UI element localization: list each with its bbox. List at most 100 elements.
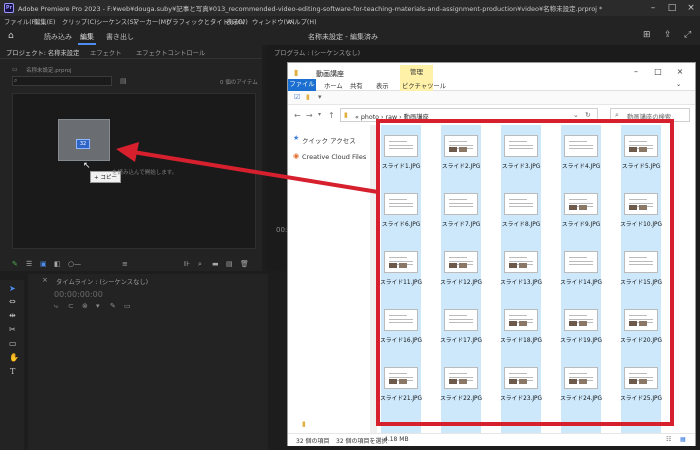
tab-effect-controls[interactable]: エフェクトコントロール [136, 48, 205, 57]
explorer-maximize-icon[interactable]: □ [650, 66, 666, 78]
item-count: 0 個のアイテム [220, 80, 258, 86]
clear-icon[interactable]: 🗑 [240, 260, 249, 268]
freeform-view-icon[interactable]: ◧ [54, 260, 61, 268]
home-icon[interactable]: ⌂ [8, 31, 14, 41]
explorer-close-icon[interactable]: × [672, 66, 688, 78]
tab-import[interactable]: 読み込み [44, 32, 72, 42]
mouse-cursor-icon: ↖ [83, 161, 91, 171]
timeline-panel: × タイムライン : (シーケンスなし) 00:00:00:00 ⤷ ⊂ ⊗ ▾… [28, 274, 268, 450]
project-file-icon: ▭ [12, 66, 18, 73]
dragged-count-badge: 32 [76, 139, 90, 149]
new-item-icon[interactable]: ▤ [226, 260, 233, 268]
menu-file[interactable]: ファイル(F) [4, 17, 38, 26]
ribbon-tab-file[interactable]: ファイル [288, 79, 316, 91]
up-icon[interactable]: ↑ [328, 111, 335, 120]
window-title: Adobe Premiere Pro 2023 - F:¥web¥douga.s… [18, 5, 603, 13]
ripple-edit-tool-icon[interactable]: ⇹ [9, 311, 16, 320]
new-bin-from-search-icon[interactable]: ▤ [120, 77, 127, 85]
explorer-ribbon: ファイル ホーム 共有 表示 ピクチャツール ⌄ [288, 79, 695, 91]
nav-quick-access[interactable]: クイック アクセス [302, 135, 356, 145]
selection-tool-icon[interactable]: ➤ [9, 284, 16, 293]
rectangle-tool-icon[interactable]: ▭ [9, 339, 17, 348]
ribbon-tab-share[interactable]: 共有 [350, 81, 363, 90]
menu-view[interactable]: 表示(V) [226, 17, 248, 26]
close-timeline-icon[interactable]: × [42, 276, 48, 284]
explorer-title: 動画講座 [316, 70, 344, 78]
ribbon-tab-view[interactable]: 表示 [376, 81, 389, 90]
minimize-icon[interactable]: – [646, 2, 660, 14]
annotation-highlight-box [376, 119, 674, 426]
workspaces-icon[interactable]: ⊞ [643, 30, 651, 40]
linked-selection-icon[interactable]: ⊗ [82, 302, 88, 310]
quick-access-toolbar: ☑ ▮ ▾ [288, 91, 695, 105]
menu-clip[interactable]: クリップ(C) [62, 17, 97, 26]
nav-folder-icon: ▮ [302, 420, 306, 428]
list-view-icon[interactable]: ☰ [26, 260, 32, 268]
tab-timeline[interactable]: タイムライン : (シーケンスなし) [56, 277, 148, 286]
timeline-timecode: 00:00:00:00 [54, 290, 103, 299]
qat-dropdown-icon[interactable]: ▾ [318, 93, 322, 101]
close-icon[interactable]: × [684, 2, 698, 14]
tab-export[interactable]: 書き出し [106, 32, 134, 42]
project-toolbar: ✎ ☰ ▣ ◧ ○— ≡ ⊪ ⌕ ▬ ▤ 🗑 [0, 258, 262, 270]
captions-icon[interactable]: ▭ [124, 302, 131, 310]
search-icon: ⌕ [14, 77, 18, 84]
zoom-slider[interactable]: ○— [68, 260, 81, 268]
qat-folder-icon[interactable]: ▮ [306, 93, 310, 101]
hand-tool-icon[interactable]: ✋ [9, 353, 19, 362]
document-title: 名称未設定 - 編集済み [308, 33, 378, 41]
menu-sequence[interactable]: シーケンス(S) [96, 17, 136, 26]
project-search-input[interactable] [12, 76, 112, 86]
new-bin-icon[interactable]: ▬ [212, 260, 219, 268]
refresh-icon[interactable]: ↻ [585, 111, 591, 119]
add-marker-icon[interactable]: ▾ [96, 302, 100, 310]
status-bar: 32 個の項目 32 個の項目を選択 4.18 MB ☷ ▦ [288, 433, 695, 446]
status-selected: 32 個の項目を選択 [336, 438, 388, 445]
explorer-minimize-icon[interactable]: – [628, 66, 644, 78]
menu-bar: ファイル(F) 編集(E) クリップ(C) シーケンス(S) マーカー(M) グ… [0, 16, 700, 28]
ribbon-tab-picture-tools[interactable]: ピクチャツール [402, 81, 446, 90]
menu-edit[interactable]: 編集(E) [34, 17, 56, 26]
quick-access-star-icon: ★ [293, 134, 300, 142]
project-panel: プロジェクト: 名称未設定 エフェクト エフェクトコントロール ▭ 名称未設定.… [0, 45, 262, 271]
nav-creative-cloud[interactable]: Creative Cloud Files [302, 153, 366, 161]
menu-marker[interactable]: マーカー(M) [133, 17, 169, 26]
timeline-settings-icon[interactable]: ✎ [110, 302, 116, 310]
type-tool-icon[interactable]: T [10, 367, 15, 376]
status-item-count: 32 個の項目 [296, 438, 330, 445]
snap-icon[interactable]: ⊂ [68, 302, 74, 310]
find-icon[interactable]: ⌕ [198, 260, 202, 269]
tab-program[interactable]: プログラム : (シーケンスなし) [274, 48, 360, 57]
sort-icon[interactable]: ≡ [122, 260, 128, 268]
automate-icon[interactable]: ⊪ [184, 260, 190, 268]
fullscreen-icon[interactable]: ⤢ [684, 30, 691, 40]
ribbon-tab-home[interactable]: ホーム [324, 81, 343, 90]
pencil-icon[interactable]: ✎ [12, 260, 18, 268]
back-icon[interactable]: ← [294, 111, 301, 120]
details-view-icon[interactable]: ☷ [666, 436, 671, 443]
large-icons-view-icon[interactable]: ▦ [680, 436, 686, 443]
tab-project[interactable]: プロジェクト: 名称未設定 [6, 48, 79, 57]
premiere-logo-icon: Pr [4, 3, 14, 13]
track-select-tool-icon[interactable]: ⇔ [9, 297, 16, 306]
workspace-bar: ⌂ 読み込み 編集 書き出し 名称未設定 - 編集済み ⊞ ⇪ ⤢ [0, 28, 700, 45]
icon-view-icon[interactable]: ▣ [40, 260, 47, 268]
share-icon[interactable]: ⇪ [664, 30, 672, 40]
forward-icon[interactable]: → [306, 111, 313, 120]
razor-tool-icon[interactable]: ✂ [9, 325, 16, 334]
premiere-title-bar: Pr Adobe Premiere Pro 2023 - F:¥web¥doug… [0, 0, 700, 16]
tools-panel: ➤ ⇔ ⇹ ✂ ▭ ✋ T [0, 280, 24, 450]
tab-effects[interactable]: エフェクト [90, 48, 121, 57]
nest-icon[interactable]: ⤷ [54, 302, 58, 311]
checkbox-icon[interactable]: ☑ [294, 93, 300, 101]
status-size: 4.18 MB [384, 436, 409, 443]
ribbon-expand-icon[interactable]: ⌄ [676, 81, 681, 88]
address-dropdown-icon[interactable]: ⌄ [573, 111, 579, 119]
folder-icon: ▮ [294, 68, 299, 77]
menu-help[interactable]: ヘルプ(H) [288, 17, 317, 26]
manage-tab[interactable]: 管理 [400, 65, 433, 79]
tab-edit[interactable]: 編集 [80, 32, 94, 42]
recent-icon[interactable]: ▾ [318, 111, 321, 118]
address-folder-icon: ▮ [344, 111, 348, 119]
maximize-icon[interactable]: □ [665, 2, 679, 14]
